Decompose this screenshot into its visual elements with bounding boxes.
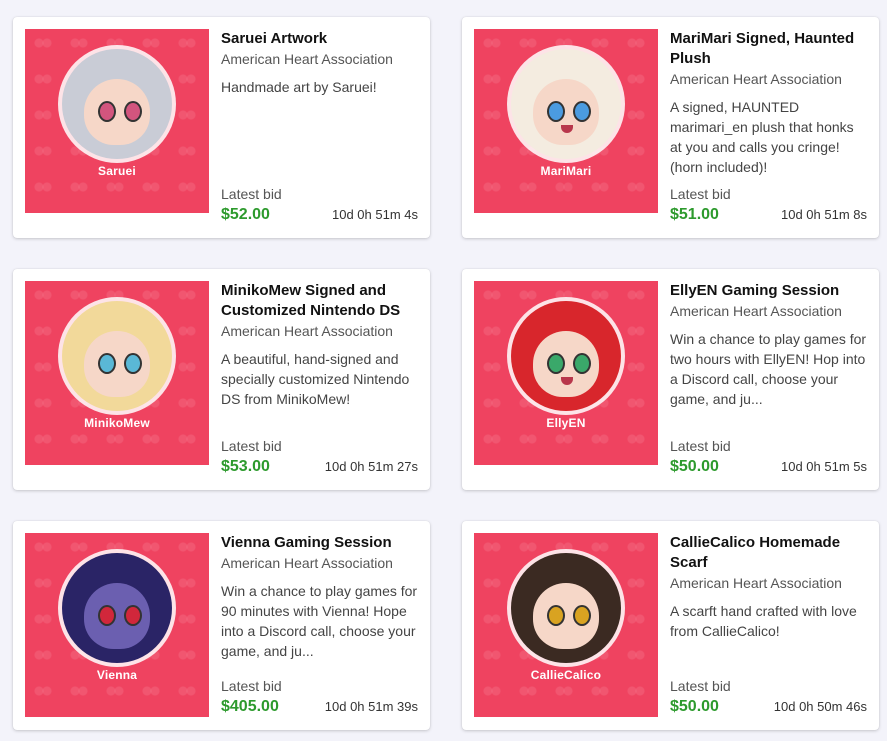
time-remaining: 10d 0h 50m 46s bbox=[773, 699, 867, 714]
auction-thumbnail[interactable]: MariMari bbox=[474, 29, 658, 213]
auction-description: A beautiful, hand-signed and specially c… bbox=[221, 351, 410, 407]
auction-card[interactable]: CallieCalico CallieCalico Homemade Scarf… bbox=[462, 521, 879, 730]
latest-bid-price: $50.00 bbox=[670, 458, 719, 475]
latest-bid-label: Latest bid bbox=[670, 438, 731, 454]
auction-card[interactable]: MinikoMew MinikoMew Signed and Customize… bbox=[13, 269, 430, 490]
auction-title[interactable]: Vienna Gaming Session bbox=[221, 533, 418, 553]
auction-title[interactable]: MariMari Signed, Haunted Plush bbox=[670, 29, 867, 69]
vtuber-avatar bbox=[511, 553, 621, 663]
thumbnail-name: CallieCalico bbox=[530, 668, 602, 682]
auction-title[interactable]: CallieCalico Homemade Scarf bbox=[670, 533, 867, 573]
time-remaining: 10d 0h 51m 39s bbox=[324, 699, 418, 714]
auction-description: Win a chance to play games for 90 minute… bbox=[221, 583, 418, 659]
organization-name: American Heart Association bbox=[670, 575, 842, 591]
auction-card[interactable]: Saruei Saruei Artwork American Heart Ass… bbox=[13, 17, 430, 238]
auction-thumbnail[interactable]: EllyEN bbox=[474, 281, 658, 465]
organization-name: American Heart Association bbox=[221, 323, 393, 339]
time-remaining: 10d 0h 51m 8s bbox=[780, 207, 867, 222]
auction-card[interactable]: MariMari MariMari Signed, Haunted Plush … bbox=[462, 17, 879, 238]
organization-name: American Heart Association bbox=[221, 51, 393, 67]
latest-bid-label: Latest bid bbox=[221, 438, 282, 454]
time-remaining: 10d 0h 51m 4s bbox=[331, 207, 418, 222]
auction-description: Handmade art by Saruei! bbox=[221, 79, 377, 95]
vtuber-avatar bbox=[62, 301, 172, 411]
auction-description: A scarft hand crafted with love from Cal… bbox=[670, 603, 857, 639]
time-remaining: 10d 0h 51m 5s bbox=[780, 459, 867, 474]
organization-name: American Heart Association bbox=[221, 555, 393, 571]
auction-thumbnail[interactable]: Saruei bbox=[25, 29, 209, 213]
latest-bid-price: $405.00 bbox=[221, 698, 279, 715]
latest-bid-label: Latest bid bbox=[221, 186, 282, 202]
thumbnail-name: Saruei bbox=[98, 164, 136, 178]
vtuber-avatar bbox=[511, 49, 621, 159]
auction-card[interactable]: EllyEN EllyEN Gaming Session American He… bbox=[462, 269, 879, 490]
auction-thumbnail[interactable]: Vienna bbox=[25, 533, 209, 717]
latest-bid-price: $50.00 bbox=[670, 698, 719, 715]
vtuber-avatar bbox=[511, 301, 621, 411]
latest-bid-price: $52.00 bbox=[221, 206, 270, 223]
thumbnail-name: Vienna bbox=[96, 668, 138, 682]
auction-description: Win a chance to play games for two hours… bbox=[670, 331, 867, 407]
latest-bid-price: $51.00 bbox=[670, 206, 719, 223]
vtuber-avatar bbox=[62, 553, 172, 663]
vtuber-avatar bbox=[62, 49, 172, 159]
auction-title[interactable]: EllyEN Gaming Session bbox=[670, 281, 867, 301]
auction-description: A signed, HAUNTED marimari_en plush that… bbox=[670, 99, 854, 175]
thumbnail-name: MinikoMew bbox=[84, 416, 150, 430]
latest-bid-label: Latest bid bbox=[670, 186, 731, 202]
auction-thumbnail[interactable]: CallieCalico bbox=[474, 533, 658, 717]
auction-card[interactable]: Vienna Vienna Gaming Session American He… bbox=[13, 521, 430, 730]
latest-bid-label: Latest bid bbox=[221, 678, 282, 694]
organization-name: American Heart Association bbox=[670, 303, 842, 319]
latest-bid-label: Latest bid bbox=[670, 678, 731, 694]
auction-thumbnail[interactable]: MinikoMew bbox=[25, 281, 209, 465]
time-remaining: 10d 0h 51m 27s bbox=[324, 459, 418, 474]
organization-name: American Heart Association bbox=[670, 71, 842, 87]
thumbnail-name: EllyEN bbox=[546, 416, 586, 430]
thumbnail-name: MariMari bbox=[540, 164, 592, 178]
auction-title[interactable]: Saruei Artwork bbox=[221, 29, 418, 49]
latest-bid-price: $53.00 bbox=[221, 458, 270, 475]
auction-title[interactable]: MinikoMew Signed and Customized Nintendo… bbox=[221, 281, 418, 321]
